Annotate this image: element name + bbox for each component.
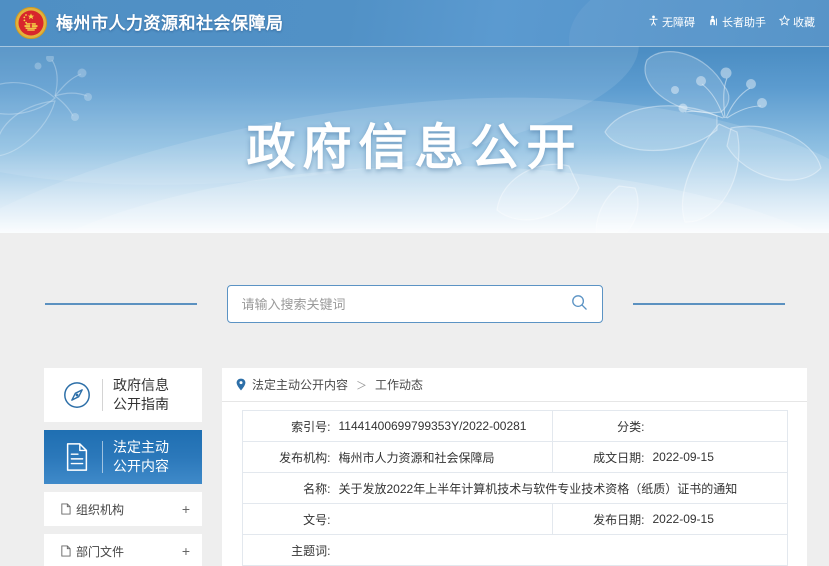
search-decoration-line-right <box>632 303 785 305</box>
breadcrumb-item-0[interactable]: 法定主动公开内容 <box>252 376 348 393</box>
banner-title: 政府信息公开 <box>246 121 583 175</box>
meta-cell-document-date: 成文日期: 2022-09-15 <box>551 441 788 473</box>
star-icon <box>778 14 791 29</box>
main-content: 政府信息 公开指南 法定主动 公开内容 组织机构 + 部门文件 + 法定主动公开… <box>0 368 829 566</box>
table-row: 文号: 发布日期: 2022-09-15 <box>241 503 788 535</box>
search-row <box>0 285 829 323</box>
sidebar-subitem-department-documents[interactable]: 部门文件 + <box>44 534 202 566</box>
meta-cell-category: 分类: <box>551 410 788 442</box>
header-link-label: 长者助手 <box>722 17 766 29</box>
sidebar-subitem-organization[interactable]: 组织机构 + <box>44 492 202 526</box>
header-link-label: 收藏 <box>793 17 815 29</box>
sidebar-item-label: 政府信息 公开指南 <box>113 377 169 412</box>
expand-toggle-icon[interactable]: + <box>182 502 190 516</box>
search-button[interactable] <box>558 286 602 322</box>
header-link-elderly-assistant[interactable]: 长者助手 <box>708 14 766 30</box>
sidebar-item-statutory-disclosure[interactable]: 法定主动 公开内容 <box>44 430 202 484</box>
search-decoration-line-left <box>44 303 197 305</box>
meta-cell-index-number: 索引号: 11441400699799353Y/2022-00281 <box>241 410 553 442</box>
sidebar-item-label: 法定主动 公开内容 <box>113 439 169 474</box>
header-link-favorite[interactable]: 收藏 <box>778 14 815 30</box>
sidebar-divider <box>102 441 103 473</box>
meta-cell-keywords: 主题词: <box>241 534 788 566</box>
article-metadata-table: 索引号: 11441400699799353Y/2022-00281 分类: 发… <box>241 410 788 566</box>
breadcrumb-item-1[interactable]: 工作动态 <box>375 376 423 393</box>
sidebar-subitem-label: 组织机构 <box>76 502 125 517</box>
file-icon <box>60 503 71 515</box>
meta-label: 文号: <box>303 512 331 527</box>
table-row: 发布机构: 梅州市人力资源和社会保障局 成文日期: 2022-09-15 <box>241 441 788 473</box>
sidebar-divider <box>102 379 103 411</box>
meta-value: 梅州市人力资源和社会保障局 <box>338 450 495 465</box>
meta-cell-title: 名称: 关于发放2022年上半年计算机技术与软件专业技术资格（纸质）证书的通知 <box>241 472 788 504</box>
header-link-accessibility[interactable]: 无障碍 <box>648 14 695 30</box>
meta-label: 名称: <box>303 481 331 496</box>
accessibility-icon <box>648 15 659 29</box>
expand-toggle-icon[interactable]: + <box>182 544 190 558</box>
meta-value: 11441400699799353Y/2022-00281 <box>338 419 527 433</box>
meta-label: 成文日期: <box>593 450 645 465</box>
page-root: 梅州市人力资源和社会保障局 无障碍 长者助手 收藏 政府信息公开 请输入搜索关键… <box>0 0 829 566</box>
search-section <box>0 233 829 368</box>
sidebar-subitem-label: 部门文件 <box>76 544 125 559</box>
table-row: 主题词: <box>241 534 788 566</box>
meta-label: 索引号: <box>291 419 331 434</box>
search-box <box>226 285 603 323</box>
table-row: 索引号: 11441400699799353Y/2022-00281 分类: <box>241 410 788 442</box>
article-panel: 法定主动公开内容 ＞ 工作动态 索引号: 11441400699799353Y/… <box>222 368 807 566</box>
meta-value: 2022-09-15 <box>652 512 714 526</box>
site-header: 梅州市人力资源和社会保障局 无障碍 长者助手 收藏 <box>0 0 829 46</box>
elderly-assistant-icon <box>708 15 719 29</box>
meta-cell-publishing-agency: 发布机构: 梅州市人力资源和社会保障局 <box>241 441 553 473</box>
meta-value: 关于发放2022年上半年计算机技术与软件专业技术资格（纸质）证书的通知 <box>338 481 738 496</box>
breadcrumb-separator: ＞ <box>356 379 368 392</box>
meta-cell-document-number: 文号: <box>241 503 553 535</box>
site-title: 梅州市人力资源和社会保障局 <box>56 14 284 33</box>
sidebar: 政府信息 公开指南 法定主动 公开内容 组织机构 + 部门文件 + <box>44 368 202 566</box>
page-banner: 政府信息公开 <box>0 46 829 233</box>
compass-icon <box>52 380 102 410</box>
table-row: 名称: 关于发放2022年上半年计算机技术与软件专业技术资格（纸质）证书的通知 <box>241 472 788 504</box>
breadcrumb: 法定主动公开内容 ＞ 工作动态 <box>222 368 807 402</box>
meta-label: 主题词: <box>291 543 331 558</box>
national-emblem-icon <box>14 6 48 40</box>
header-links: 无障碍 长者助手 收藏 <box>648 14 815 30</box>
location-pin-icon <box>236 378 246 391</box>
document-icon <box>52 442 102 472</box>
meta-label: 发布机构: <box>279 450 331 465</box>
search-icon <box>571 294 588 314</box>
meta-label: 发布日期: <box>593 512 645 527</box>
meta-value: 2022-09-15 <box>652 450 714 464</box>
search-input[interactable] <box>227 286 558 322</box>
sidebar-item-guide[interactable]: 政府信息 公开指南 <box>44 368 202 422</box>
meta-cell-publish-date: 发布日期: 2022-09-15 <box>551 503 788 535</box>
header-link-label: 无障碍 <box>662 17 695 29</box>
file-icon <box>60 545 71 557</box>
meta-label: 分类: <box>617 419 645 434</box>
